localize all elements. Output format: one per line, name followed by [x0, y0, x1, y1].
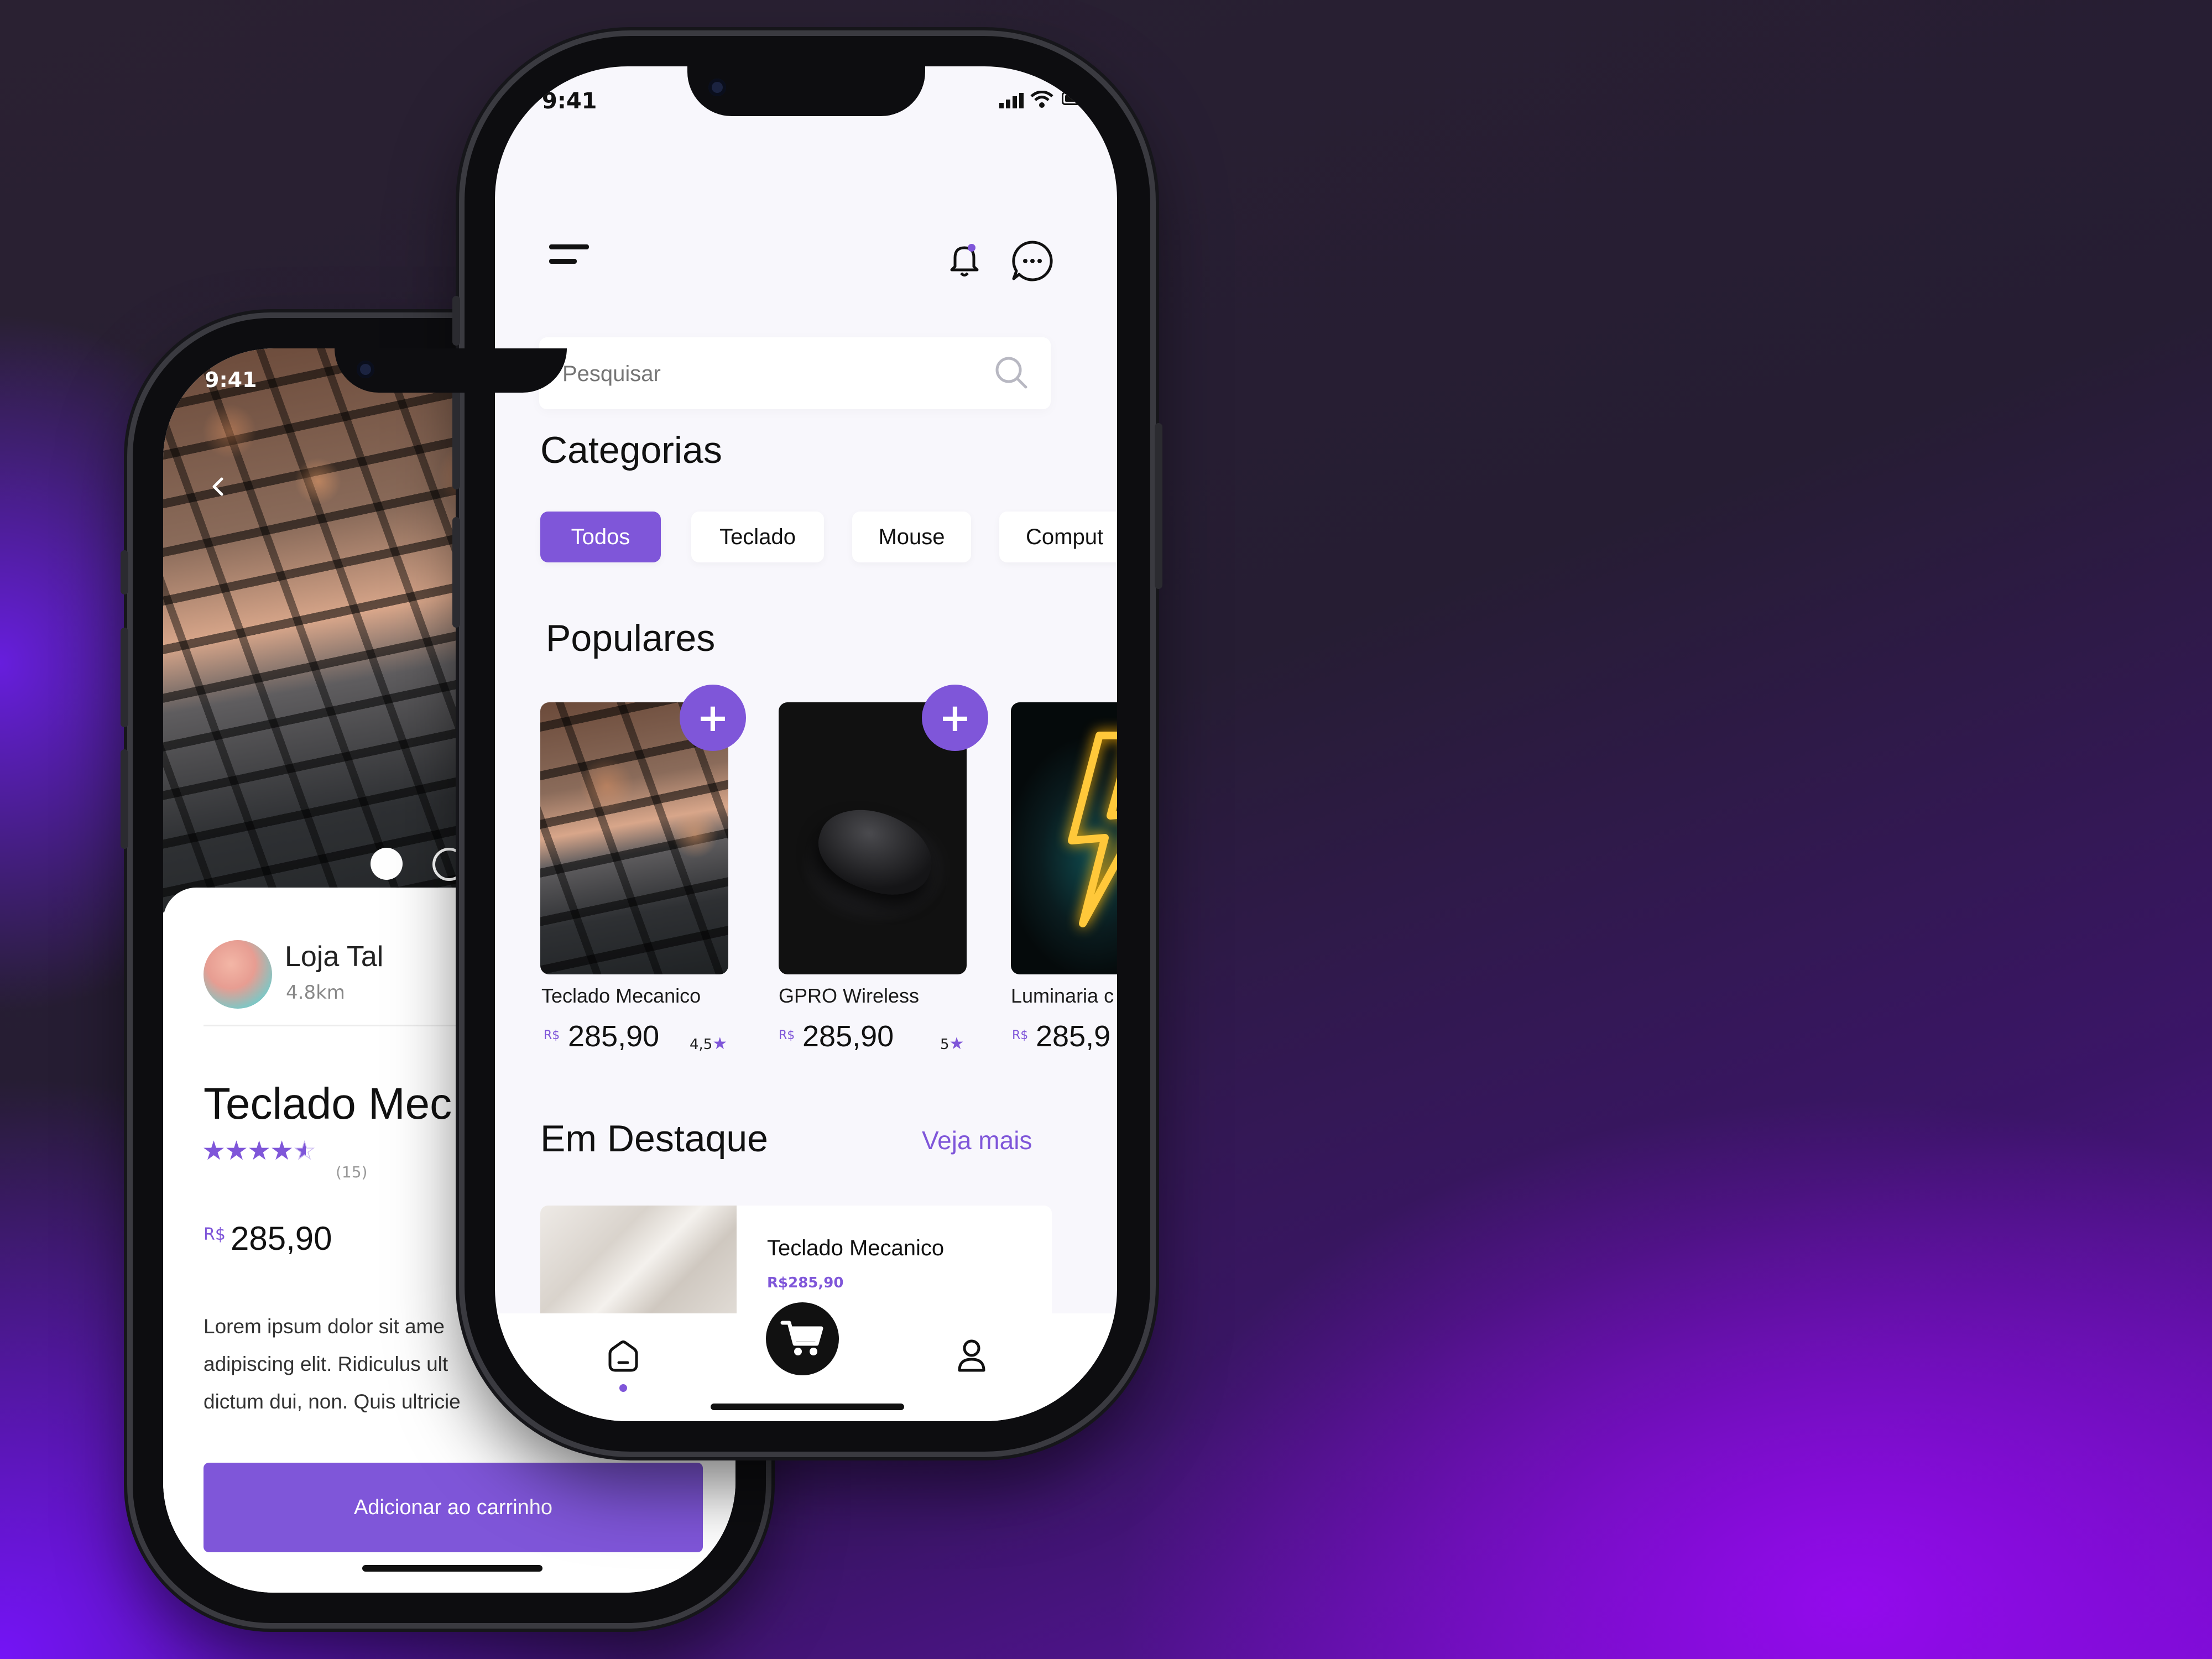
side-button [452, 296, 460, 346]
product-card[interactable]: + GPRO Wireless R$ 285,90 5★ [779, 685, 989, 1067]
product-title: Teclado Mec [204, 1079, 452, 1128]
power-button [1155, 423, 1162, 589]
home-icon[interactable] [606, 1338, 641, 1376]
popular-title: Populares [546, 617, 716, 659]
search-bar[interactable] [539, 337, 1051, 409]
carousel-dot[interactable] [432, 848, 466, 881]
status-time: 9:41 [542, 88, 597, 114]
camera-icon [357, 361, 374, 378]
review-count: (15) [336, 1163, 368, 1181]
profile-icon[interactable] [954, 1338, 989, 1376]
product-price: 285,90 [802, 1020, 894, 1053]
neon-bolt-photo [1068, 732, 1117, 927]
featured-title: Em Destaque [540, 1118, 768, 1160]
active-nav-dot [619, 1384, 627, 1392]
bottom-nav [495, 1302, 1117, 1421]
wifi-icon [1030, 90, 1053, 111]
product-description: Lorem ipsum dolor sit ame adipiscing eli… [204, 1315, 461, 1413]
currency-label: R$ [1012, 1029, 1029, 1042]
product-price: 285,9 [1036, 1020, 1111, 1053]
currency-label: R$ [544, 1029, 560, 1042]
rating-stars: ★★★★★☆ [202, 1135, 316, 1166]
category-todos[interactable]: Todos [540, 512, 661, 562]
store-distance: 4.8km [286, 982, 345, 1004]
search-icon[interactable] [994, 355, 1029, 393]
store-avatar[interactable] [204, 940, 272, 1009]
mouse-photo [808, 796, 943, 907]
store-name[interactable]: Loja Tal [285, 940, 383, 973]
battery-icon [1062, 92, 1087, 105]
product-rating: 4,5★ [690, 1034, 728, 1053]
featured-price: R$285,90 [767, 1275, 844, 1291]
product-name: Luminaria c [1011, 984, 1114, 1007]
product-card[interactable]: Luminaria c R$ 285,9 [1011, 702, 1117, 1067]
signal-icon [999, 93, 1026, 111]
product-name: Teclado Mecanico [541, 984, 701, 1007]
see-more-link[interactable]: Veja mais [922, 1125, 1032, 1155]
category-mouse[interactable]: Mouse [852, 512, 971, 562]
currency-label: R$ [204, 1225, 226, 1244]
camera-icon [708, 79, 726, 96]
currency-label: R$ [779, 1029, 795, 1042]
cart-button[interactable] [766, 1302, 839, 1375]
featured-name: Teclado Mecanico [767, 1236, 945, 1260]
add-product-button[interactable]: + [922, 685, 988, 751]
search-input[interactable] [561, 354, 951, 394]
categories-title: Categorias [540, 429, 722, 471]
home-phone: 9:41 Categorias Todos Teclad [452, 36, 1162, 1452]
side-button [121, 628, 128, 727]
side-button [121, 749, 128, 849]
home-indicator [711, 1404, 904, 1410]
chat-icon[interactable] [1010, 239, 1055, 285]
product-card[interactable]: + Teclado Mecanico R$ 285,90 4,5★ [540, 685, 750, 1067]
side-button [452, 379, 460, 489]
product-price: 285,90 [568, 1020, 660, 1053]
carousel-dot-active[interactable] [371, 848, 403, 880]
product-name: GPRO Wireless [779, 984, 920, 1007]
product-price: 285,90 [231, 1220, 332, 1257]
category-computador[interactable]: Comput [999, 512, 1117, 562]
status-time: 9:41 [205, 368, 257, 392]
side-button [121, 550, 128, 594]
add-to-cart-button[interactable]: Adicionar ao carrinho [204, 1463, 703, 1552]
home-screen: 9:41 Categorias Todos Teclad [495, 66, 1117, 1421]
side-button [452, 517, 460, 628]
back-arrow-icon[interactable] [207, 476, 229, 498]
notch [335, 348, 567, 393]
cart-icon [780, 1321, 823, 1355]
product-rating: 5★ [940, 1034, 964, 1053]
notch [687, 66, 925, 116]
category-teclado[interactable]: Teclado [691, 512, 824, 562]
bell-icon[interactable] [950, 242, 979, 280]
add-product-button[interactable]: + [680, 685, 746, 751]
menu-icon[interactable] [549, 243, 589, 268]
product-image[interactable] [1011, 702, 1117, 974]
home-indicator [362, 1565, 542, 1572]
